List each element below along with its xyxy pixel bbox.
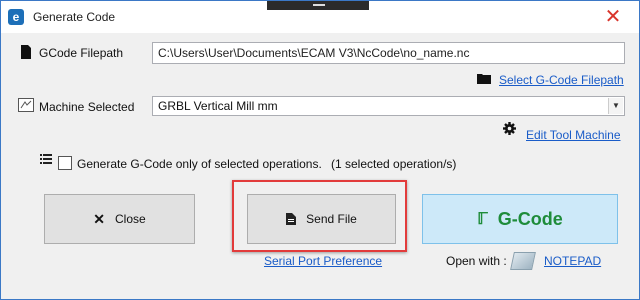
title-bar: e Generate Code ✕ <box>1 1 639 33</box>
notepad-link[interactable]: NOTEPAD <box>544 254 601 268</box>
selected-operations-label: Generate G-Code only of selected operati… <box>77 157 322 171</box>
selected-operations-checkbox[interactable] <box>58 156 72 170</box>
edit-tool-machine-link[interactable]: Edit Tool Machine <box>526 128 621 142</box>
gear-icon <box>503 122 516 135</box>
gcode-filepath-field[interactable] <box>152 42 625 64</box>
window-close-button[interactable]: ✕ <box>588 2 638 32</box>
open-with-label: Open with : <box>446 254 507 268</box>
notepad-icon <box>510 252 536 270</box>
chevron-down-icon[interactable]: ▼ <box>608 98 623 114</box>
select-gcode-filepath-link[interactable]: Select G-Code Filepath <box>499 73 624 87</box>
file-icon <box>21 45 31 59</box>
machine-icon <box>18 98 34 112</box>
selected-count-text: (1 selected operation/s) <box>331 157 457 171</box>
machine-select[interactable]: GRBL Vertical Mill mm ▼ <box>152 96 625 116</box>
gcode-filepath-input[interactable] <box>158 46 624 60</box>
gcode-button-label: G-Code <box>497 208 563 229</box>
gcode-icon: ℾ <box>477 211 488 228</box>
serial-port-preference-link[interactable]: Serial Port Preference <box>264 254 382 268</box>
folder-icon <box>477 74 491 84</box>
gcode-button[interactable]: ℾ G-Code <box>422 194 618 244</box>
gcode-filepath-label: GCode Filepath <box>39 46 124 60</box>
machine-select-value: GRBL Vertical Mill mm <box>158 99 278 113</box>
close-button[interactable]: ✕ Close <box>44 194 195 244</box>
generate-code-dialog: e Generate Code ✕ GCode Filepath Select … <box>0 0 640 300</box>
list-icon <box>40 154 52 164</box>
window-title: Generate Code <box>33 10 116 24</box>
ecam-e-icon: e <box>8 9 24 25</box>
close-x-icon: ✕ <box>93 210 106 227</box>
close-button-label: Close <box>115 212 146 226</box>
floating-toolbar-strip <box>267 1 369 10</box>
send-file-highlight <box>232 180 407 252</box>
machine-selected-label: Machine Selected <box>39 100 135 114</box>
